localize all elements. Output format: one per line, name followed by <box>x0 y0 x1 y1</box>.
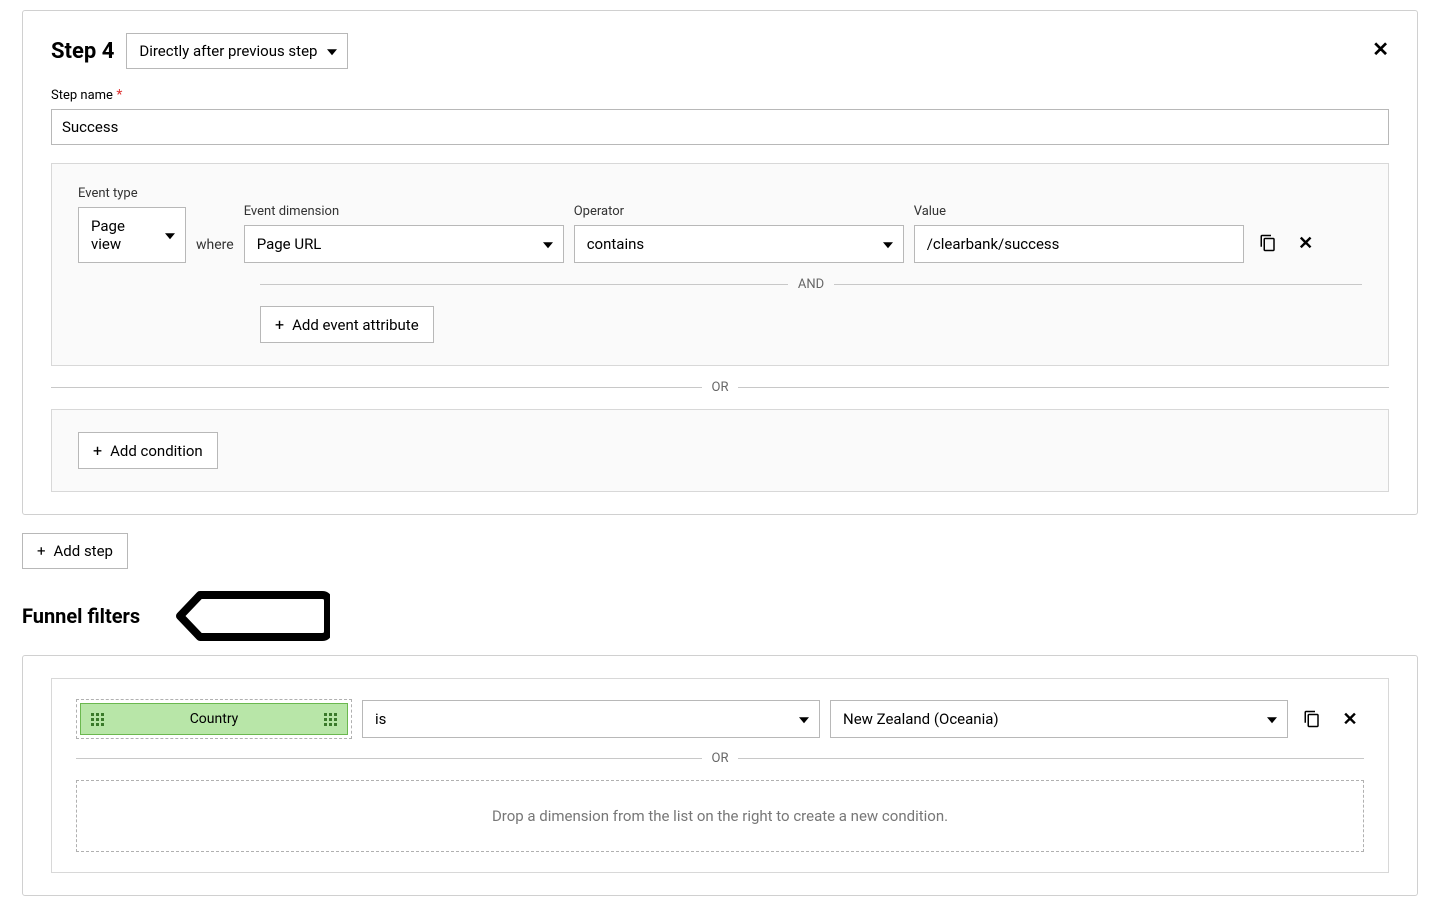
add-condition-panel: + Add condition <box>51 409 1389 492</box>
divider-rule <box>738 758 1364 759</box>
copy-condition-button[interactable] <box>1254 229 1282 257</box>
step-sequence-select[interactable]: Directly after previous step <box>126 33 348 69</box>
step-name-input[interactable] <box>51 109 1389 145</box>
operator-value: contains <box>587 235 644 253</box>
filter-operator-select[interactable]: is <box>362 700 820 738</box>
event-type-value: Page view <box>91 217 125 253</box>
funnel-filter-card: Country is New Zealand (Oceania) ✕ <box>22 655 1418 896</box>
step-title: Step 4 <box>51 39 114 64</box>
filter-row: Country is New Zealand (Oceania) ✕ <box>76 699 1364 739</box>
event-dimension-select[interactable]: Page URL <box>244 225 564 263</box>
dimension-chip[interactable]: Country <box>80 703 348 735</box>
or-label: OR <box>702 380 739 395</box>
event-row: Event type Page view where Event dimensi… <box>78 186 1362 263</box>
add-step-label: Add step <box>54 542 113 560</box>
value-label: Value <box>914 204 1244 219</box>
close-step-icon[interactable]: ✕ <box>1372 37 1389 61</box>
step-name-block: Step name * <box>51 87 1389 145</box>
filter-panel: Country is New Zealand (Oceania) ✕ <box>51 678 1389 873</box>
drop-zone-hint: Drop a dimension from the list on the ri… <box>492 807 948 825</box>
plus-icon: + <box>37 542 46 560</box>
filter-operator-value: is <box>375 710 386 728</box>
funnel-header-row: Funnel filters <box>22 589 1418 643</box>
add-step-button[interactable]: + Add step <box>22 533 128 569</box>
event-condition-panel: Event type Page view where Event dimensi… <box>51 163 1389 366</box>
required-asterisk: * <box>116 87 122 103</box>
remove-filter-button[interactable]: ✕ <box>1336 705 1364 733</box>
operator-label: Operator <box>574 204 904 219</box>
copy-icon <box>1303 710 1321 728</box>
filter-value-value: New Zealand (Oceania) <box>843 710 999 728</box>
event-dimension-label: Event dimension <box>244 204 564 219</box>
plus-icon: + <box>93 441 102 460</box>
and-divider: AND <box>260 277 1362 292</box>
step-name-label: Step name <box>51 88 113 103</box>
step-sequence-label: Directly after previous step <box>139 42 317 60</box>
where-label: where <box>196 237 234 263</box>
drag-handle-icon[interactable] <box>324 713 337 726</box>
filter-or-divider: OR <box>76 751 1364 766</box>
funnel-filters-heading: Funnel filters <box>22 604 140 628</box>
add-condition-button[interactable]: + Add condition <box>78 432 218 469</box>
annotation-arrow-icon <box>150 589 330 643</box>
event-type-select[interactable]: Page view <box>78 207 186 263</box>
divider-rule <box>260 284 788 285</box>
event-type-label: Event type <box>78 186 186 201</box>
divider-rule <box>834 284 1362 285</box>
dimension-drop-zone[interactable]: Drop a dimension from the list on the ri… <box>76 780 1364 852</box>
step-header: Step 4 Directly after previous step ✕ <box>51 33 1389 69</box>
copy-filter-button[interactable] <box>1298 705 1326 733</box>
dimension-name: Country <box>112 711 316 727</box>
filter-value-select[interactable]: New Zealand (Oceania) <box>830 700 1288 738</box>
filter-or-label: OR <box>702 751 739 766</box>
and-label: AND <box>788 277 834 292</box>
event-dimension-value: Page URL <box>257 235 322 253</box>
divider-rule <box>51 387 702 388</box>
add-event-attribute-label: Add event attribute <box>292 316 419 334</box>
add-condition-label: Add condition <box>110 442 203 460</box>
copy-icon <box>1259 234 1277 252</box>
operator-select[interactable]: contains <box>574 225 904 263</box>
step-card: Step 4 Directly after previous step ✕ St… <box>22 10 1418 515</box>
remove-condition-button[interactable]: ✕ <box>1292 229 1320 257</box>
drag-handle-icon[interactable] <box>91 713 104 726</box>
add-event-attribute-button[interactable]: + Add event attribute <box>260 306 434 343</box>
divider-rule <box>76 758 702 759</box>
or-divider: OR <box>51 380 1389 395</box>
plus-icon: + <box>275 315 284 334</box>
dimension-chip-wrap: Country <box>76 699 352 739</box>
value-input[interactable] <box>914 225 1244 263</box>
divider-rule <box>738 387 1389 388</box>
